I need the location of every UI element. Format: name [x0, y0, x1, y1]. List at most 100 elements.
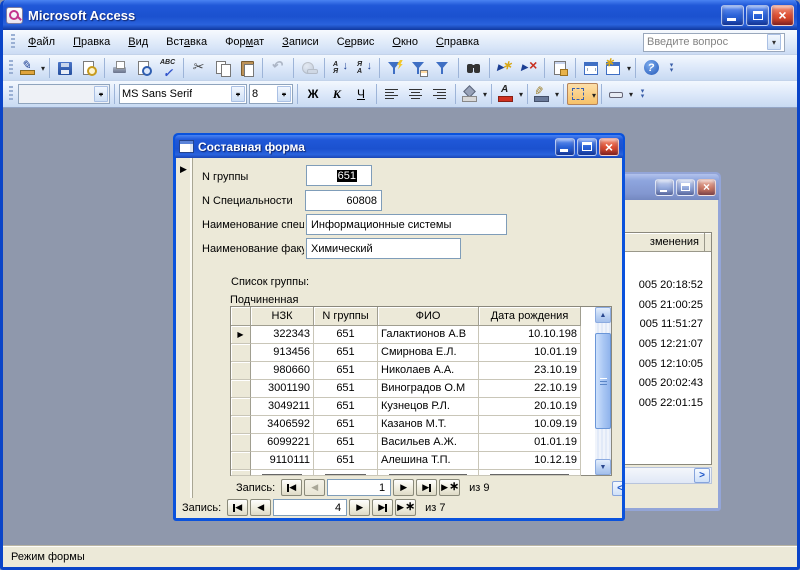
first-record-button[interactable] [281, 479, 303, 496]
cell[interactable]: 10.10.198 [479, 326, 581, 344]
undo-button[interactable] [266, 57, 290, 79]
bg-minimize-button[interactable] [655, 178, 674, 196]
file-search-button[interactable] [77, 57, 101, 79]
fill-color-button[interactable] [459, 83, 488, 105]
properties-button[interactable] [548, 57, 572, 79]
form-close-button[interactable]: × [599, 137, 619, 156]
cell[interactable]: 20.10.19 [479, 398, 581, 416]
cell[interactable]: 322343 [251, 326, 314, 344]
row-selector[interactable] [231, 344, 251, 362]
cell[interactable]: 6099221 [251, 434, 314, 452]
main-record-number[interactable]: 4 [273, 499, 348, 516]
cell[interactable] [251, 470, 314, 476]
bg-close-button[interactable]: × [697, 178, 716, 196]
row-selector[interactable] [231, 398, 251, 416]
maximize-button[interactable] [746, 4, 769, 26]
toolbar-options-button[interactable] [665, 56, 678, 80]
question-combo[interactable]: Введите вопрос [643, 32, 785, 52]
cell[interactable]: 22.10.19 [479, 380, 581, 398]
faculty-name-field[interactable]: Химический [306, 238, 461, 259]
menu-insert[interactable]: Вставка [157, 33, 216, 51]
font-dropdown-icon[interactable] [231, 86, 245, 102]
cell[interactable]: 651 [314, 452, 378, 470]
cell[interactable]: 23.10.19 [479, 362, 581, 380]
new-record-button[interactable] [395, 499, 417, 516]
new-record-button[interactable] [493, 57, 517, 79]
column-header-0[interactable]: НЗК [251, 307, 314, 326]
form-maximize-button[interactable] [577, 137, 597, 156]
bold-button[interactable]: Ж [301, 83, 325, 105]
row-selector[interactable] [231, 452, 251, 470]
font-combo[interactable]: MS Sans Serif [119, 84, 247, 104]
cell[interactable]: Васильев А.Ж. [378, 434, 479, 452]
new-record-button[interactable] [439, 479, 461, 496]
group-number-field[interactable]: 651 [306, 165, 372, 186]
first-record-button[interactable] [227, 499, 249, 516]
object-combo[interactable] [18, 84, 110, 104]
gridlines-button[interactable] [567, 83, 598, 105]
menu-view[interactable]: Вид [119, 33, 157, 51]
cell[interactable] [479, 470, 581, 476]
next-record-button[interactable] [393, 479, 415, 496]
align-left-button[interactable] [380, 83, 404, 105]
align-right-button[interactable] [428, 83, 452, 105]
row-selector[interactable] [231, 416, 251, 434]
cell[interactable]: 651 [314, 326, 378, 344]
menu-help[interactable]: Справка [427, 33, 488, 51]
cell[interactable]: 651 [314, 416, 378, 434]
cell[interactable]: Алешина Т.П. [378, 452, 479, 470]
row-selector[interactable] [231, 326, 251, 344]
cell[interactable]: 913456 [251, 344, 314, 362]
title-bar[interactable]: Microsoft Access × [3, 0, 797, 30]
line-width-button[interactable] [605, 83, 634, 105]
next-record-button[interactable] [349, 499, 371, 516]
copy-button[interactable] [211, 57, 235, 79]
row-selector[interactable] [231, 434, 251, 452]
row-selector-header[interactable] [231, 307, 251, 326]
cell[interactable]: 10.09.19 [479, 416, 581, 434]
size-combo[interactable]: 8 [249, 84, 293, 104]
cell[interactable]: 3049211 [251, 398, 314, 416]
cell[interactable]: 10.01.19 [479, 344, 581, 362]
cell[interactable]: Кузнецов Р.Л. [378, 398, 479, 416]
italic-button[interactable]: К [325, 83, 349, 105]
last-record-button[interactable] [416, 479, 438, 496]
spelling-button[interactable] [156, 57, 180, 80]
column-header-1[interactable]: N группы [314, 307, 378, 326]
speciality-number-field[interactable]: 60808 [305, 190, 382, 211]
hyperlink-button[interactable] [297, 57, 321, 79]
sort-asc-button[interactable] [328, 57, 352, 79]
cell[interactable]: Виноградов О.М [378, 380, 479, 398]
cell[interactable]: 9110111 [251, 452, 314, 470]
cell[interactable]: Галактионов А.В [378, 326, 479, 344]
menu-edit[interactable]: Правка [64, 33, 119, 51]
menu-records[interactable]: Записи [273, 33, 328, 51]
menu-drag-handle[interactable] [11, 34, 15, 50]
object-dropdown-icon[interactable] [94, 86, 108, 102]
cell[interactable]: 01.01.19 [479, 434, 581, 452]
scroll-down-button[interactable]: ▼ [595, 459, 611, 475]
record-selector-bar[interactable]: ▶ [176, 158, 193, 498]
help-button[interactable] [639, 57, 663, 79]
filter-by-form-button[interactable] [407, 57, 431, 79]
row-selector[interactable] [231, 380, 251, 398]
subform-scroll-left-button[interactable] [612, 481, 622, 496]
size-dropdown-icon[interactable] [277, 86, 291, 102]
find-button[interactable] [462, 57, 486, 79]
cell[interactable]: 3001190 [251, 380, 314, 398]
vertical-scrollbar[interactable]: ▲ ▼ [595, 307, 611, 475]
filter-by-selection-button[interactable] [383, 57, 407, 79]
row-selector[interactable] [231, 362, 251, 380]
column-header-2[interactable]: ФИО [378, 307, 479, 326]
line-color-button[interactable] [531, 83, 560, 105]
underline-button[interactable]: Ч [349, 83, 373, 105]
minimize-button[interactable] [721, 4, 744, 26]
cell[interactable]: 980660 [251, 362, 314, 380]
cut-button[interactable] [187, 57, 211, 79]
cell[interactable]: Казанов М.Т. [378, 416, 479, 434]
database-window-button[interactable] [579, 57, 603, 79]
scroll-up-button[interactable]: ▲ [595, 307, 611, 323]
save-button[interactable] [53, 57, 77, 79]
menu-file[interactable]: Файл [19, 33, 64, 51]
new-object-button[interactable] [603, 55, 632, 79]
